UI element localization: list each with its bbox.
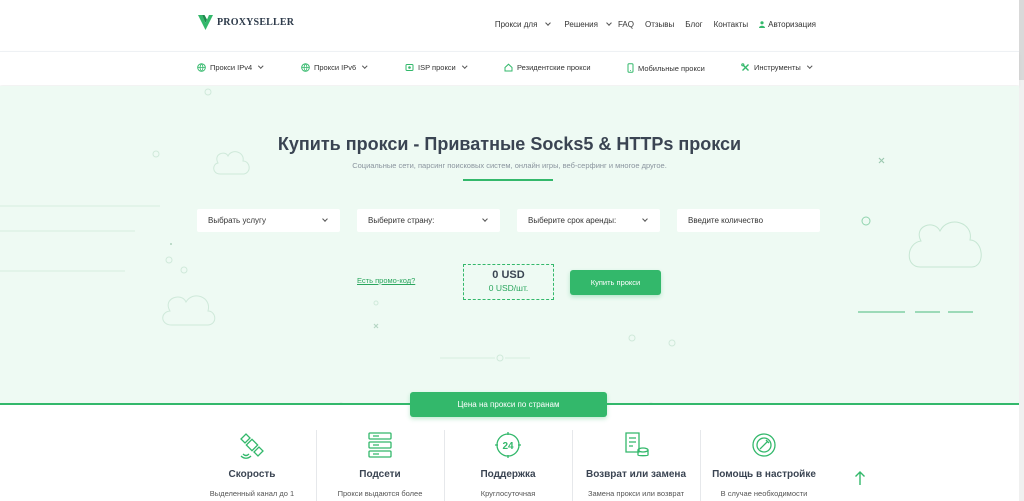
logo-mark-icon	[197, 14, 214, 31]
user-icon	[759, 21, 766, 28]
nav-reviews[interactable]: Отзывы	[645, 20, 674, 29]
logo-text: PROXYSELLER	[217, 17, 295, 28]
promo-code-link[interactable]: Есть промо-код?	[357, 276, 415, 285]
title-underline	[463, 179, 553, 181]
page: PROXYSELLER Прокси для Решения FAQ Отзыв…	[0, 0, 1024, 501]
feature-description: Выделенный канал до 1	[209, 489, 295, 498]
isp-icon	[405, 64, 414, 71]
country-prices-button[interactable]: Цена на прокси по странам	[410, 392, 607, 417]
subnav-isp-label: ISP прокси	[418, 63, 456, 72]
top-nav: Прокси для Решения FAQ Отзывы Блог Конта…	[484, 20, 816, 29]
buy-proxy-button[interactable]: Купить прокси	[570, 270, 661, 295]
price-box: 0 USD 0 USD/шт.	[463, 264, 554, 300]
service-select-value: Выбрать услугу	[208, 216, 266, 225]
scroll-to-top-icon[interactable]	[854, 470, 866, 486]
refund-document-icon	[625, 432, 649, 457]
chevron-down-icon	[462, 63, 467, 69]
subnav-mobile-label: Мобильные прокси	[638, 63, 705, 73]
subnav-item-tools[interactable]: Инструменты	[741, 63, 812, 72]
chevron-down-icon	[362, 63, 368, 69]
gear-wrench-icon	[752, 433, 776, 457]
feature-setup-help: Помощь в настройке В случае необходимост…	[700, 430, 828, 498]
home-icon	[504, 63, 513, 72]
subnav-item-mobile[interactable]: Мобильные прокси	[627, 63, 705, 73]
subnav-tools-label: Инструменты	[754, 63, 801, 72]
chevron-down-icon	[642, 216, 648, 222]
nav-blog-label: Блог	[685, 20, 703, 29]
feature-title: Возврат или замена	[585, 469, 687, 480]
tools-icon	[741, 63, 749, 71]
hero-title: Купить прокси - Приватные Socks5 & HTTPs…	[277, 134, 742, 154]
feature-title: Поддержка	[480, 469, 536, 480]
logo[interactable]: PROXYSELLER	[197, 14, 294, 31]
mobile-icon	[627, 63, 634, 73]
top-header: PROXYSELLER Прокси для Решения FAQ Отзыв…	[0, 0, 1019, 50]
feature-subnets: Подсети Прокси выдаются более	[316, 430, 444, 498]
subnav-item-ipv6[interactable]: Прокси IPv6	[301, 63, 368, 72]
feature-support: 24 Поддержка Круглосуточная	[444, 430, 572, 498]
feature-description: Прокси выдаются более	[337, 489, 423, 498]
nav-proxy-for-label: Прокси для	[494, 20, 538, 29]
login-link[interactable]: Авторизация	[759, 20, 816, 29]
feature-description: Замена прокси или возврат	[587, 489, 685, 498]
feature-description: Круглосуточная	[480, 489, 536, 498]
country-select-value: Выберите страну:	[368, 216, 435, 225]
feature-description: В случае необходимости	[720, 489, 808, 498]
chevron-down-icon	[258, 63, 264, 69]
nav-faq-label: FAQ	[617, 20, 634, 29]
satellite-icon	[240, 433, 264, 459]
subnav-ipv6-label: Прокси IPv6	[314, 63, 357, 72]
hero-subtitle: Социальные сети, парсинг поисковых систе…	[352, 161, 667, 170]
quantity-input[interactable]	[677, 209, 820, 232]
subnav-item-isp[interactable]: ISP прокси	[405, 63, 467, 72]
feature-refund: Возврат или замена Замена прокси или воз…	[572, 430, 700, 498]
scrollbar[interactable]	[1019, 0, 1024, 501]
feature-title: Помощь в настройке	[712, 469, 816, 480]
nav-faq[interactable]: FAQ	[618, 20, 634, 29]
subnav-item-residential[interactable]: Резидентские прокси	[504, 63, 591, 72]
chevron-down-icon	[807, 63, 812, 69]
nav-solutions[interactable]: Решения	[564, 20, 612, 29]
subnav-residential-label: Резидентские прокси	[517, 63, 591, 72]
support-24-icon: 24	[495, 432, 521, 458]
nav-solutions-label: Решения	[564, 20, 598, 29]
login-label: Авторизация	[768, 20, 816, 29]
scrollbar-thumb[interactable]	[1019, 0, 1024, 80]
chevron-down-icon	[545, 20, 552, 26]
chevron-down-icon	[482, 216, 488, 222]
subnav-item-ipv4[interactable]: Прокси IPv4	[197, 63, 264, 72]
period-select-value: Выберите срок аренды:	[528, 216, 617, 225]
feature-title: Подсети	[359, 469, 401, 480]
feature-speed: Скорость Выделенный канал до 1	[188, 430, 316, 498]
feature-title: Скорость	[228, 469, 276, 480]
unit-price: 0 USD/шт.	[488, 283, 529, 293]
nav-contacts-label: Контакты	[713, 20, 749, 29]
svg-text:24: 24	[502, 441, 514, 452]
subnav-ipv4-label: Прокси IPv4	[210, 63, 253, 72]
ipv4-globe-icon	[197, 63, 206, 72]
period-select[interactable]: Выберите срок аренды:	[517, 209, 660, 232]
service-select[interactable]: Выбрать услугу	[197, 209, 340, 232]
nav-contacts[interactable]: Контакты	[714, 20, 749, 29]
ipv6-globe-icon	[301, 63, 310, 72]
nav-proxy-for[interactable]: Прокси для	[494, 20, 552, 29]
server-icon	[368, 432, 392, 458]
nav-blog[interactable]: Блог	[685, 20, 702, 29]
country-select[interactable]: Выберите страну:	[357, 209, 500, 232]
hero-section: Купить прокси - Приватные Socks5 & HTTPs…	[0, 86, 1019, 404]
chevron-down-icon	[322, 216, 328, 222]
nav-reviews-label: Отзывы	[644, 20, 675, 29]
total-price: 0 USD	[492, 269, 525, 281]
chevron-down-icon	[606, 20, 612, 26]
product-nav: Прокси IPv4 Прокси IPv6 ISP прокси Резид…	[0, 51, 1019, 85]
